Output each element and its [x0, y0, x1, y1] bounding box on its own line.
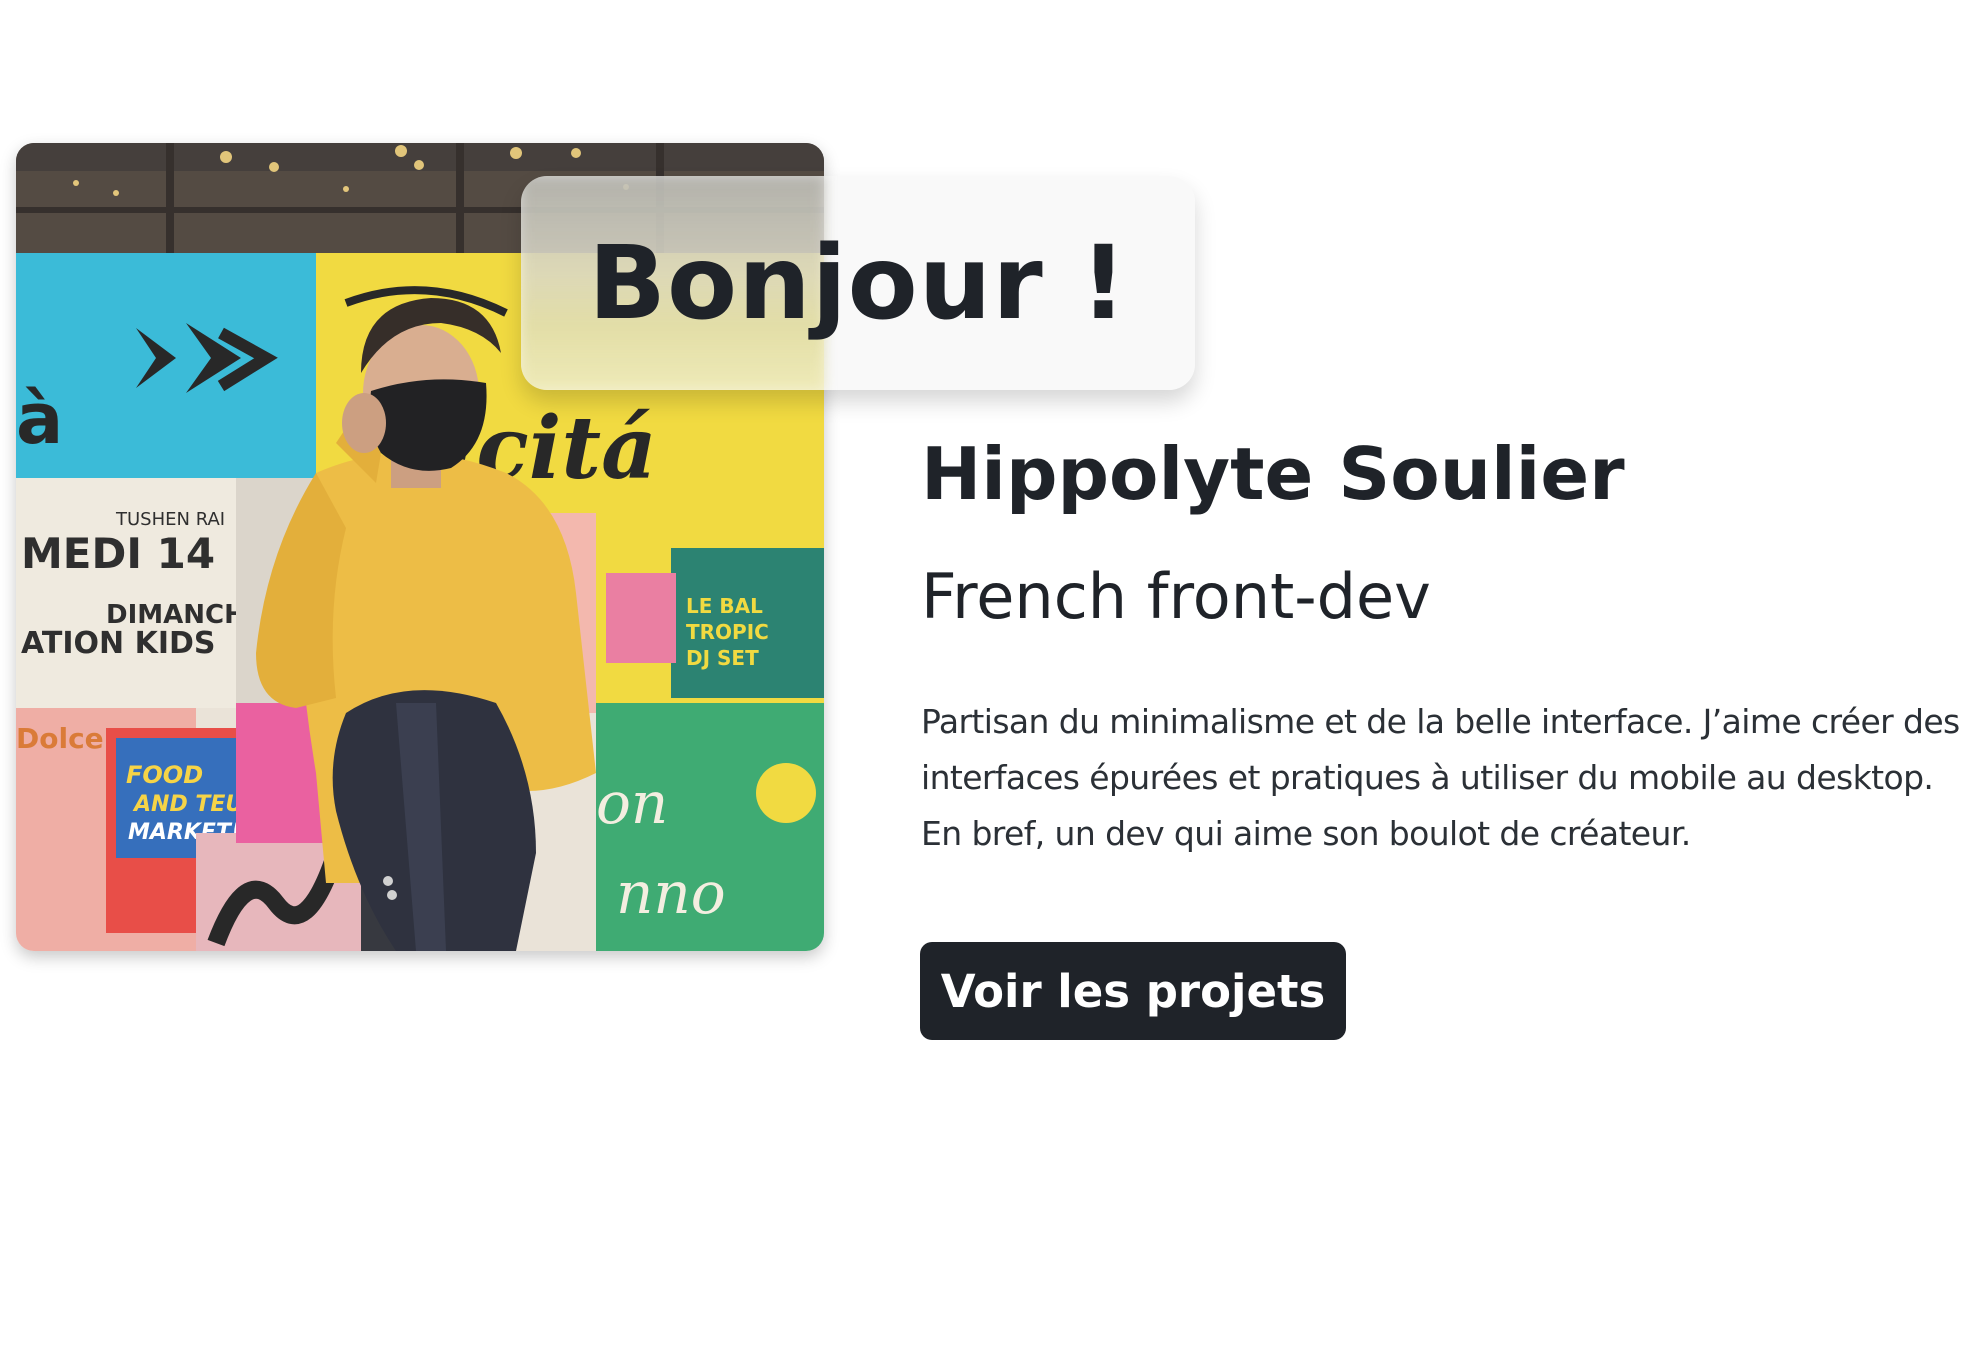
profile-name: Hippolyte Soulier: [921, 432, 1625, 516]
greeting-card: Bonjour !: [521, 176, 1195, 390]
hero-section: à licitá MEDI 14 DIMANCHE 15 ATION KIDS …: [0, 0, 1970, 1364]
view-projects-button[interactable]: Voir les projets: [920, 942, 1346, 1040]
greeting-text: Bonjour !: [588, 223, 1128, 343]
profile-bio: Partisan du minimalisme et de la belle i…: [921, 702, 1960, 853]
profile-role: French front-dev: [921, 560, 1431, 633]
